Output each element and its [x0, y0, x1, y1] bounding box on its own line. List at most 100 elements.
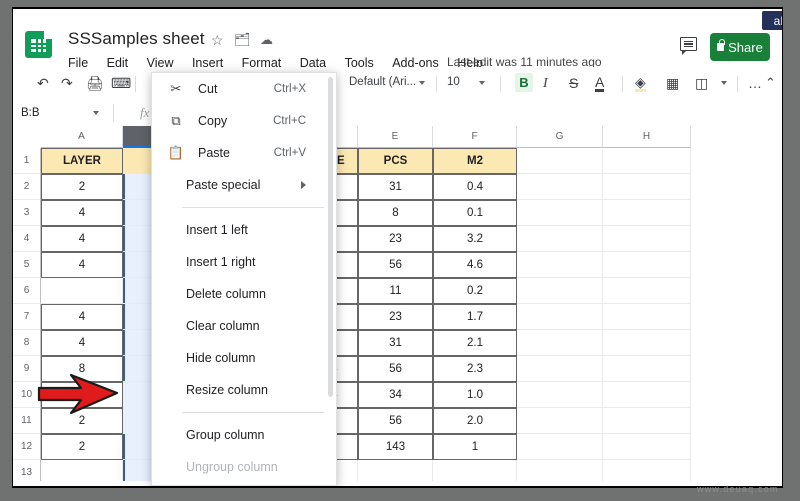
cell-G1[interactable]	[517, 148, 603, 174]
context-menu-item-clear-column[interactable]: Clear column	[152, 310, 336, 342]
cell-E7[interactable]: 23	[358, 304, 433, 330]
cell-F12[interactable]: 1	[433, 434, 517, 460]
cell-G10[interactable]	[517, 382, 603, 408]
row-header-4[interactable]: 4	[13, 226, 41, 252]
context-menu-item-resize-column[interactable]: Resize column	[152, 374, 336, 406]
cell-G5[interactable]	[517, 252, 603, 278]
fill-color-icon[interactable]: ◈	[635, 75, 646, 92]
cell-E9[interactable]: 56	[358, 356, 433, 382]
context-menu-item-cut[interactable]: ✂ Cut Ctrl+X	[152, 73, 336, 105]
column-header-h[interactable]: H	[603, 126, 691, 148]
column-header-a[interactable]: A	[41, 126, 123, 148]
context-menu-item-hide-column[interactable]: Hide column	[152, 342, 336, 374]
context-menu-item-paste-special[interactable]: Paste special	[152, 169, 336, 201]
cell-F8[interactable]: 2.1	[433, 330, 517, 356]
italic-button[interactable]: I	[543, 75, 548, 92]
row-header-6[interactable]: 6	[13, 278, 41, 304]
cell-H4[interactable]	[603, 226, 691, 252]
star-icon[interactable]: ☆	[211, 33, 224, 47]
name-box[interactable]: B:B	[21, 106, 99, 121]
cell-E13[interactable]	[358, 460, 433, 481]
more-options-icon[interactable]: …	[748, 75, 763, 92]
cell-G13[interactable]	[517, 460, 603, 481]
borders-icon[interactable]: ▦	[666, 75, 679, 92]
cell-H8[interactable]	[603, 330, 691, 356]
cell-F9[interactable]: 2.3	[433, 356, 517, 382]
cell-F3[interactable]: 0.1	[433, 200, 517, 226]
cell-E11[interactable]: 56	[358, 408, 433, 434]
cell-G6[interactable]	[517, 278, 603, 304]
cell-H5[interactable]	[603, 252, 691, 278]
cell-E2[interactable]: 31	[358, 174, 433, 200]
bold-button[interactable]: B	[515, 73, 533, 92]
cell-F1[interactable]: M2	[433, 148, 517, 174]
column-header-g[interactable]: G	[517, 126, 603, 148]
cloud-saved-icon[interactable]: ☁	[260, 33, 273, 47]
paint-format-icon[interactable]: ⌨	[111, 75, 131, 92]
strikethrough-button[interactable]: S	[569, 75, 578, 92]
cell-F7[interactable]: 1.7	[433, 304, 517, 330]
cell-A3[interactable]: 4	[41, 200, 123, 226]
row-header-5[interactable]: 5	[13, 252, 41, 278]
row-header-2[interactable]: 2	[13, 174, 41, 200]
context-menu-item-group-column[interactable]: Group column	[152, 419, 336, 451]
cell-F11[interactable]: 2.0	[433, 408, 517, 434]
undo-icon[interactable]: ↶	[37, 75, 49, 92]
cell-E12[interactable]: 143	[358, 434, 433, 460]
collapse-toolbar-icon[interactable]: ⌃	[765, 75, 776, 91]
comment-history-icon[interactable]	[680, 37, 699, 55]
row-header-13[interactable]: 13	[13, 460, 41, 481]
cell-F2[interactable]: 0.4	[433, 174, 517, 200]
cell-H11[interactable]	[603, 408, 691, 434]
cell-E3[interactable]: 8	[358, 200, 433, 226]
cell-G11[interactable]	[517, 408, 603, 434]
cell-H7[interactable]	[603, 304, 691, 330]
font-family-chevron-down-icon[interactable]	[419, 81, 425, 85]
cell-F4[interactable]: 3.2	[433, 226, 517, 252]
row-header-8[interactable]: 8	[13, 330, 41, 356]
name-box-chevron-down-icon[interactable]	[93, 111, 99, 115]
context-menu-scrollbar[interactable]	[328, 77, 333, 397]
row-header-7[interactable]: 7	[13, 304, 41, 330]
cell-E8[interactable]: 31	[358, 330, 433, 356]
column-header-e[interactable]: E	[358, 126, 433, 148]
cell-A8[interactable]: 4	[41, 330, 123, 356]
cell-E4[interactable]: 23	[358, 226, 433, 252]
text-color-button[interactable]: A	[595, 75, 605, 92]
cell-H10[interactable]	[603, 382, 691, 408]
context-menu-item-insert-1-left[interactable]: Insert 1 left	[152, 214, 336, 246]
cell-H12[interactable]	[603, 434, 691, 460]
cell-H2[interactable]	[603, 174, 691, 200]
cell-F6[interactable]: 0.2	[433, 278, 517, 304]
cell-G12[interactable]	[517, 434, 603, 460]
row-header-12[interactable]: 12	[13, 434, 41, 460]
cell-G2[interactable]	[517, 174, 603, 200]
cell-A13[interactable]	[41, 460, 123, 481]
cell-H1[interactable]	[603, 148, 691, 174]
cell-H9[interactable]	[603, 356, 691, 382]
print-icon[interactable]: 🖨	[86, 75, 104, 92]
cell-G9[interactable]	[517, 356, 603, 382]
cell-H6[interactable]	[603, 278, 691, 304]
context-menu-item-copy[interactable]: ⧉ Copy Ctrl+C	[152, 105, 336, 137]
cell-E1[interactable]: PCS	[358, 148, 433, 174]
cell-A6[interactable]	[41, 278, 123, 304]
merge-chevron-down-icon[interactable]	[721, 81, 727, 85]
cell-E5[interactable]: 56	[358, 252, 433, 278]
cell-A4[interactable]: 4	[41, 226, 123, 252]
cell-A5[interactable]: 4	[41, 252, 123, 278]
font-size-select[interactable]: 10	[447, 76, 460, 88]
cell-A7[interactable]: 4	[41, 304, 123, 330]
cell-G4[interactable]	[517, 226, 603, 252]
cell-H3[interactable]	[603, 200, 691, 226]
cell-H13[interactable]	[603, 460, 691, 481]
share-button[interactable]: Share	[710, 33, 770, 61]
column-header-f[interactable]: F	[433, 126, 517, 148]
cell-A2[interactable]: 2	[41, 174, 123, 200]
merge-cells-icon[interactable]: ◫	[695, 75, 708, 92]
cell-F5[interactable]: 4.6	[433, 252, 517, 278]
row-header-3[interactable]: 3	[13, 200, 41, 226]
cell-G7[interactable]	[517, 304, 603, 330]
cell-E10[interactable]: 34	[358, 382, 433, 408]
document-title[interactable]: SSSamples sheet	[68, 29, 205, 49]
